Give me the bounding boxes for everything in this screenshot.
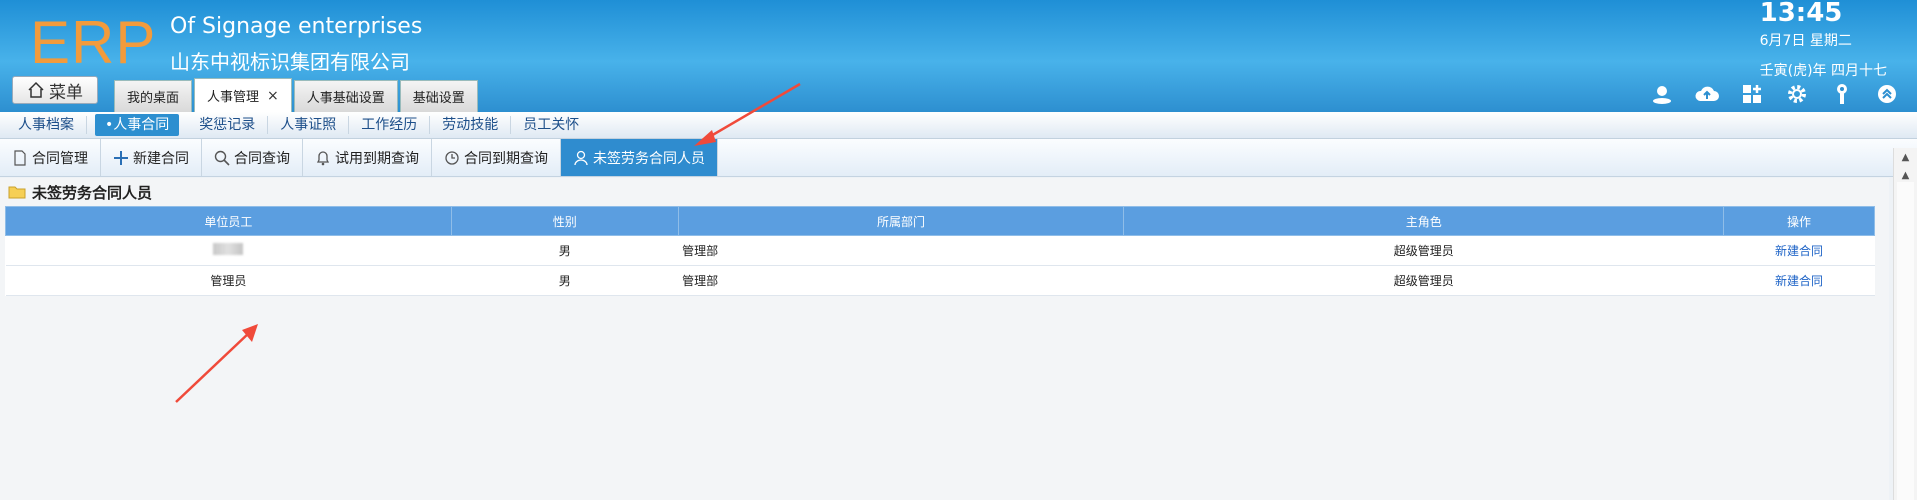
tab-basic-settings[interactable]: 基础设置 [399,80,478,112]
unsigned-staff-table: 单位员工 性别 所属部门 主角色 操作 男 管理部 超级管理员 新建合同 管理员… [5,206,1875,296]
gear-icon[interactable] [1785,82,1809,106]
vertical-scrollbar[interactable]: ▲ ▲ [1893,148,1917,500]
subnav-rewards-penalties[interactable]: 奖惩记录 [187,116,269,134]
cloud-upload-icon[interactable] [1695,82,1719,106]
contract-expiry-query-button[interactable]: 合同到期查询 [432,139,561,176]
cell-gender: 男 [451,235,679,266]
column-header-department[interactable]: 所属部门 [677,206,1125,236]
new-contract-button[interactable]: 新建合同 [101,139,202,176]
new-contract-link[interactable]: 新建合同 [1775,274,1823,288]
tab-label: 基础设置 [412,91,465,106]
cell-action: 新建合同 [1723,265,1875,296]
folder-icon [8,186,26,199]
toolbar-label: 新建合同 [133,150,189,167]
brand-name-en: Of Signage enterprises [170,14,423,39]
scrollbar-track[interactable] [1897,182,1914,500]
clock: 13:45 6月7日 星期二 壬寅(虎)年 四月十七 [1760,0,1887,80]
cell-employee [5,235,452,266]
unsigned-labor-contract-staff-button[interactable]: 未签劳务合同人员 [561,139,718,176]
user-icon [574,150,588,165]
toolbar-label: 合同查询 [234,150,290,167]
tab-label: 我的桌面 [127,91,180,106]
tab-label: 人事管理 [207,90,260,105]
tab-my-desktop[interactable]: 我的桌面 [114,80,193,112]
content-area: 未签劳务合同人员 单位员工 性别 所属部门 主角色 操作 男 管理部 超级管理员… [0,178,1889,500]
probation-expiry-query-button[interactable]: 试用到期查询 [303,139,432,176]
clock-time: 13:45 [1759,0,1843,28]
tab-label: 人事基础设置 [306,91,385,106]
subnav-employee-care[interactable]: 员工关怀 [511,116,591,134]
clock-icon [445,150,459,165]
tab-hr-basic-settings[interactable]: 人事基础设置 [293,80,398,112]
cell-action: 新建合同 [1723,235,1875,266]
key-icon[interactable] [1830,82,1854,106]
close-icon[interactable]: × [267,88,279,104]
panel-title-text: 未签劳务合同人员 [32,183,153,202]
clock-lunar-date: 壬寅(虎)年 四月十七 [1759,63,1887,79]
search-icon [214,150,230,166]
column-header-action[interactable]: 操作 [1723,206,1875,236]
toolbar-label: 合同到期查询 [464,150,548,167]
subnav-hr-certificates[interactable]: 人事证照 [268,116,350,134]
erp-logo: ERP [30,9,157,76]
tab-hr-management[interactable]: 人事管理 × [194,78,292,112]
cell-employee: 管理员 [5,265,452,296]
contract-toolbar: 合同管理 新建合同 合同查询 试用到期查询 合同到期查询 未签劳务合同人员 [0,139,1917,177]
bell-icon [316,150,330,165]
header-tools [1650,82,1899,106]
table-header-row: 单位员工 性别 所属部门 主角色 操作 [5,206,1875,236]
column-header-employee[interactable]: 单位员工 [5,206,452,236]
table-row[interactable]: 管理员 男 管理部 超级管理员 新建合同 [5,265,1875,296]
subnav-hr-records[interactable]: 人事档案 [6,116,87,134]
cell-department: 管理部 [678,265,1124,296]
brand-name-cn: 山东中视标识集团有限公司 [170,50,410,74]
contract-management-button[interactable]: 合同管理 [0,139,101,176]
plus-icon [114,150,128,165]
toolbar-label: 试用到期查询 [335,150,419,167]
apps-icon[interactable] [1740,82,1764,106]
toolbar-label: 未签劳务合同人员 [593,150,705,167]
subnav-hr-contract[interactable]: •人事合同 [95,114,180,136]
cell-main-role: 超级管理员 [1123,235,1724,266]
redacted-name [213,243,244,255]
tab-bar: 我的桌面 人事管理 × 人事基础设置 基础设置 [114,78,478,112]
menu-label: 菜单 [49,82,83,103]
contract-query-button[interactable]: 合同查询 [202,139,303,176]
scroll-up-arrow-icon[interactable]: ▲ [1894,148,1917,166]
subnav-labor-skills[interactable]: 劳动技能 [430,116,512,134]
cell-main-role: 超级管理员 [1123,265,1724,296]
toolbar-label: 合同管理 [32,150,88,167]
column-header-gender[interactable]: 性别 [450,206,679,236]
document-icon [14,149,26,166]
app-header: ERP Of Signage enterprises 山东中视标识集团有限公司 … [0,0,1917,112]
new-contract-link[interactable]: 新建合同 [1775,244,1823,258]
cell-department: 管理部 [678,235,1124,266]
menu-button[interactable]: 菜单 [12,76,98,104]
column-header-main-role[interactable]: 主角色 [1123,206,1725,236]
cell-gender: 男 [451,265,679,296]
table-row[interactable]: 男 管理部 超级管理员 新建合同 [5,235,1875,266]
subnav-work-experience[interactable]: 工作经历 [349,116,431,134]
home-icon [28,81,44,98]
clock-date: 6月7日 星期二 [1759,33,1852,49]
collapse-icon[interactable] [1875,82,1899,106]
user-cloud-icon[interactable] [1650,82,1674,106]
panel-title: 未签劳务合同人员 [0,178,1889,206]
sub-navigation: 人事档案 •人事合同 奖惩记录 人事证照 工作经历 劳动技能 员工关怀 [0,112,1917,139]
